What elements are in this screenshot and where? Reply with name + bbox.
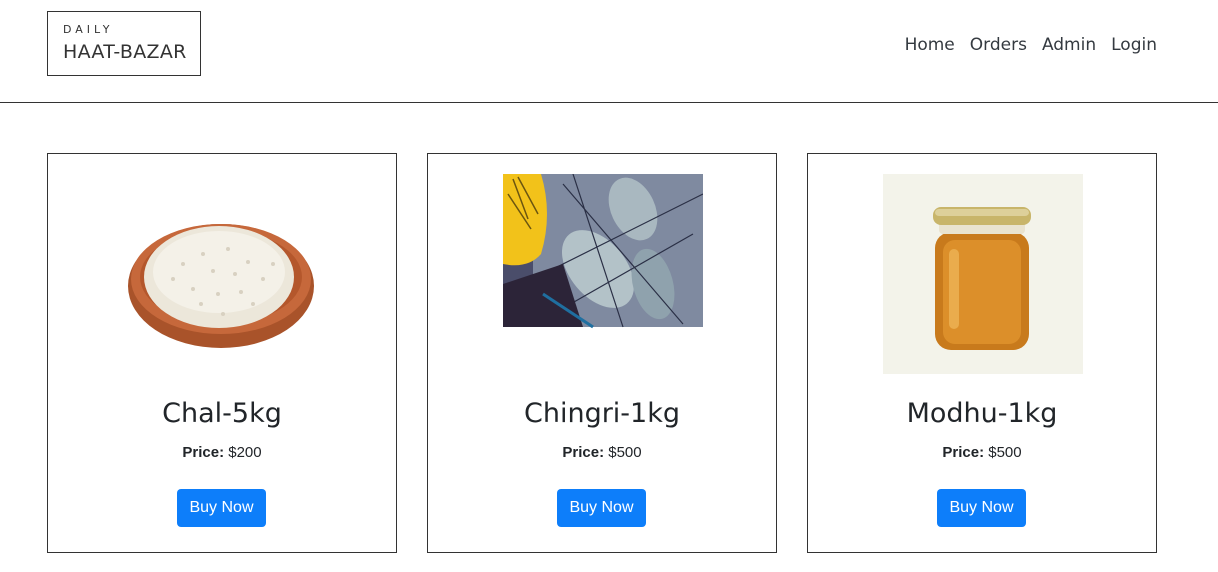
logo-tagline: DAILY — [63, 23, 114, 36]
main-nav: Home Orders Admin Login — [905, 35, 1157, 55]
product-price: Price: $500 — [808, 444, 1156, 461]
logo-title: HAAT-BAZAR — [63, 41, 187, 63]
price-label: Price: — [942, 444, 985, 461]
price-value: $500 — [608, 444, 642, 461]
product-name: Modhu-1kg — [906, 398, 1058, 429]
product-card: Modhu-1kg Price: $500 Buy Now — [807, 153, 1157, 553]
price-label: Price: — [562, 444, 605, 461]
buy-now-button[interactable]: Buy Now — [937, 489, 1026, 527]
nav-orders-link[interactable]: Orders — [970, 35, 1027, 55]
product-price: Price: $200 — [48, 444, 396, 461]
product-card: Chingri-1kg Price: $500 Buy Now — [427, 153, 777, 553]
site-header: DAILY HAAT-BAZAR Home Orders Admin Login — [0, 0, 1218, 103]
price-value: $200 — [228, 444, 262, 461]
product-name: Chingri-1kg — [523, 398, 680, 429]
nav-admin-link[interactable]: Admin — [1042, 35, 1096, 55]
nav-login-link[interactable]: Login — [1111, 35, 1157, 55]
product-name: Chal-5kg — [162, 398, 282, 429]
prawns-image — [503, 174, 703, 329]
buy-now-button[interactable]: Buy Now — [557, 489, 646, 527]
honey-jar-image — [883, 174, 1083, 374]
rice-bowl-image — [128, 224, 314, 348]
price-label: Price: — [182, 444, 225, 461]
product-card: Chal-5kg Price: $200 Buy Now — [47, 153, 397, 553]
buy-now-button[interactable]: Buy Now — [177, 489, 266, 527]
price-value: $500 — [988, 444, 1022, 461]
nav-home-link[interactable]: Home — [905, 35, 955, 55]
site-logo[interactable]: DAILY HAAT-BAZAR — [47, 11, 201, 76]
product-price: Price: $500 — [428, 444, 776, 461]
